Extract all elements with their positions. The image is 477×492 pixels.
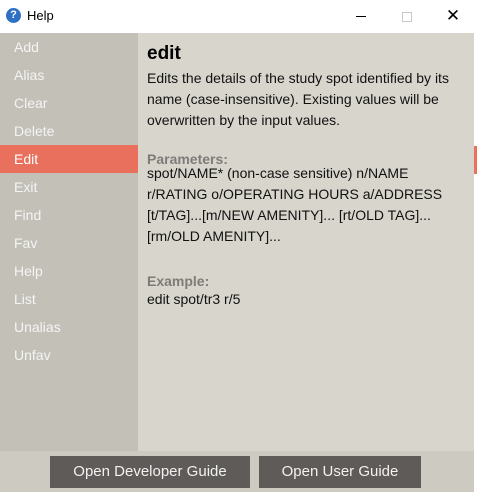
title-bar: ? Help ✕ bbox=[0, 0, 477, 33]
window-title: Help bbox=[27, 8, 54, 23]
minimize-icon bbox=[356, 16, 366, 17]
command-description: Edits the details of the study spot iden… bbox=[147, 70, 449, 128]
sidebar-item-exit[interactable]: Exit bbox=[0, 173, 138, 201]
parameters-text: spot/NAME* (non-case sensitive) n/NAME r… bbox=[147, 165, 443, 244]
close-button[interactable]: ✕ bbox=[430, 0, 476, 33]
question-mark-icon: ? bbox=[6, 8, 21, 23]
sidebar-item-find[interactable]: Find bbox=[0, 201, 138, 229]
command-detail: edit Edits the details of the study spot… bbox=[138, 33, 474, 451]
sidebar-item-edit[interactable]: Edit bbox=[0, 145, 138, 173]
help-content: Add Alias Clear Delete Edit Exit Find Fa… bbox=[0, 33, 477, 492]
command-list: Add Alias Clear Delete Edit Exit Find Fa… bbox=[0, 33, 138, 451]
sidebar-item-add[interactable]: Add bbox=[0, 33, 138, 61]
footer-bar: Open Developer Guide Open User Guide bbox=[0, 451, 474, 492]
sidebar-item-fav[interactable]: Fav bbox=[0, 229, 138, 257]
open-user-guide-button[interactable]: Open User Guide bbox=[259, 456, 421, 488]
close-icon: ✕ bbox=[445, 6, 461, 26]
sidebar-item-unalias[interactable]: Unalias bbox=[0, 313, 138, 341]
example-text: edit spot/tr3 r/5 bbox=[147, 291, 241, 307]
maximize-button bbox=[384, 0, 430, 33]
sidebar-item-unfav[interactable]: Unfav bbox=[0, 341, 138, 369]
sidebar-item-alias[interactable]: Alias bbox=[0, 61, 138, 89]
sidebar-item-delete[interactable]: Delete bbox=[0, 117, 138, 145]
maximize-icon bbox=[402, 11, 412, 22]
sidebar-item-help[interactable]: Help bbox=[0, 257, 138, 285]
sidebar-item-clear[interactable]: Clear bbox=[0, 89, 138, 117]
open-developer-guide-button[interactable]: Open Developer Guide bbox=[50, 456, 250, 488]
sidebar-item-list[interactable]: List bbox=[0, 285, 138, 313]
command-title: edit bbox=[147, 43, 181, 64]
minimize-button[interactable] bbox=[338, 0, 384, 33]
help-window: ? Help ✕ Add Alias Clear Delete Edit Exi… bbox=[0, 0, 477, 492]
example-label: Example: bbox=[147, 273, 210, 289]
